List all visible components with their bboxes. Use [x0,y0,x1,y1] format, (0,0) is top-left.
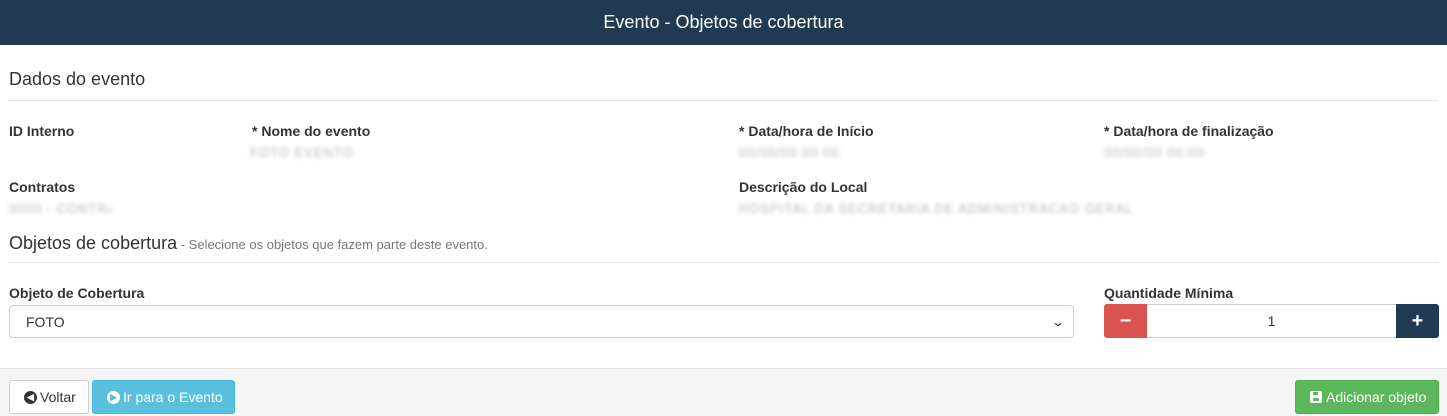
increment-button[interactable]: + [1396,304,1439,338]
divider [9,100,1438,101]
objects-section-heading: Objetos de cobertura [9,233,178,253]
page-title: Evento - Objetos de cobertura [603,12,844,32]
min-quantity-label: Quantidade Mínima [1104,285,1234,301]
back-button-label: Voltar [40,389,76,405]
decrement-button[interactable]: − [1104,304,1147,338]
object-select[interactable]: FOTO ⌄ [9,305,1074,338]
event-name-value: FOTO EVENTO [250,145,354,159]
footer-bar: ◀ Voltar ▶ Ir para o Evento Adicionar ob… [0,368,1447,416]
save-icon [1310,391,1322,403]
object-select-label: Objeto de Cobertura [9,285,145,301]
back-button[interactable]: ◀ Voltar [9,380,89,414]
arrow-right-circle-icon: ▶ [107,390,120,404]
start-datetime-label: * Data/hora de Início [739,123,874,139]
go-to-event-button[interactable]: ▶ Ir para o Evento [92,380,235,414]
contracts-value: 0000 - CONTRATO [9,201,111,215]
divider [9,262,1438,263]
event-section-heading: Dados do evento [9,69,146,89]
location-value: HOSPITAL DA SECRETARIA DE ADMINISTRACAO … [739,201,1137,215]
event-name-label: * Nome do evento [252,123,371,139]
location-label: Descrição do Local [739,179,868,195]
id-interno-value [9,145,109,159]
id-interno-label: ID Interno [9,123,75,139]
add-object-label: Adicionar objeto [1326,389,1427,405]
end-datetime-label: * Data/hora de finalização [1104,123,1274,139]
arrow-left-circle-icon: ◀ [24,390,37,404]
go-to-event-label: Ir para o Evento [123,389,223,405]
objects-section-title: Objetos de cobertura - Selecione os obje… [9,233,488,254]
object-select-value: FOTO [26,313,65,330]
add-object-button[interactable]: Adicionar objeto [1295,380,1439,414]
objects-section-hint: - Selecione os objetos que fazem parte d… [177,237,488,252]
quantity-stepper: − 1 + [1104,304,1439,338]
start-datetime-value: 00/00/00 00:00 [739,145,840,159]
event-section-title: Dados do evento [9,69,145,90]
contracts-label: Contratos [9,179,76,195]
chevron-down-icon: ⌄ [1050,314,1066,329]
quantity-input[interactable]: 1 [1147,304,1396,338]
end-datetime-value: 00/00/00 00:00 [1104,145,1205,159]
page-header: Evento - Objetos de cobertura [0,0,1447,45]
